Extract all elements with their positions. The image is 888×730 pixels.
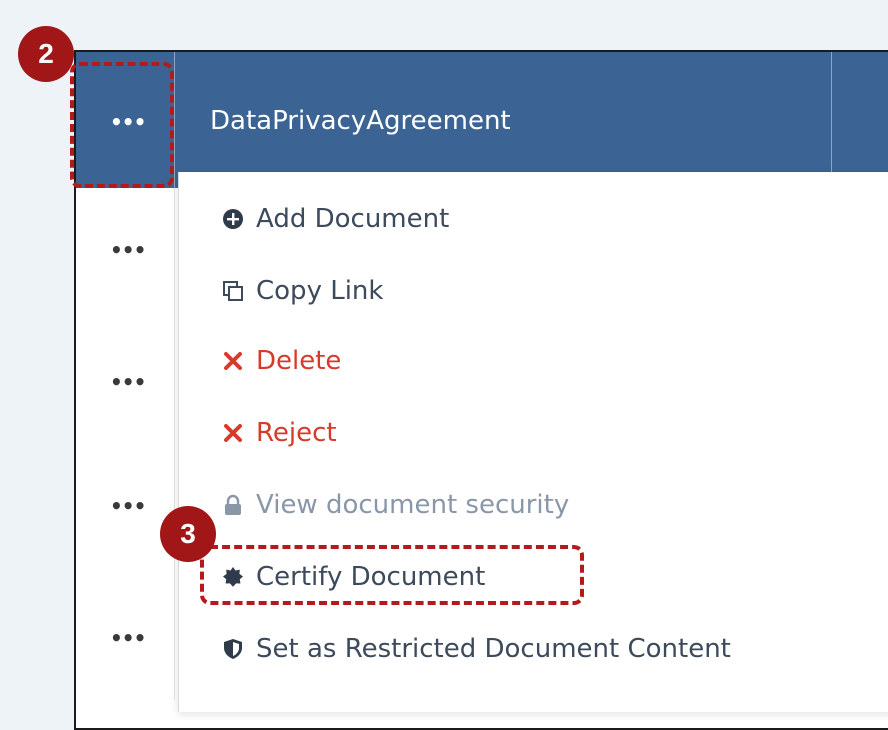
- row-divider: [174, 188, 175, 700]
- plus-circle-icon: [222, 208, 244, 230]
- menu-item-label: Delete: [256, 346, 342, 376]
- header-divider: [831, 52, 832, 188]
- lock-icon: [222, 494, 244, 516]
- header-divider: [174, 52, 175, 188]
- menu-item-add-document[interactable]: Add Document: [222, 206, 449, 232]
- menu-item-view-document-security[interactable]: View document security: [222, 492, 569, 518]
- menu-item-copy-link[interactable]: Copy Link: [222, 278, 383, 304]
- menu-item-delete[interactable]: Delete: [222, 348, 341, 374]
- shield-icon: [222, 638, 244, 660]
- x-icon: [222, 422, 244, 444]
- highlight-step-3: [200, 545, 584, 605]
- x-icon: [222, 350, 244, 372]
- menu-item-label: Set as Restricted Document Content: [256, 634, 731, 664]
- row-actions-button[interactable]: •••: [110, 372, 146, 392]
- column-header-title: DataPrivacyAgreement: [210, 106, 511, 136]
- menu-item-label: Reject: [256, 418, 337, 448]
- menu-item-label: View document security: [256, 490, 570, 520]
- row-actions-button[interactable]: •••: [110, 628, 146, 648]
- step-badge-2: 2: [18, 26, 74, 82]
- row-actions-button[interactable]: •••: [110, 240, 146, 260]
- menu-item-label: Copy Link: [256, 276, 384, 306]
- highlight-step-2: [70, 62, 174, 188]
- menu-item-set-restricted-content[interactable]: Set as Restricted Document Content: [222, 636, 731, 662]
- menu-item-label: Add Document: [256, 204, 450, 234]
- row-actions-button[interactable]: •••: [110, 496, 146, 516]
- copy-icon: [222, 280, 244, 302]
- step-badge-3: 3: [160, 506, 216, 562]
- menu-item-reject[interactable]: Reject: [222, 420, 337, 446]
